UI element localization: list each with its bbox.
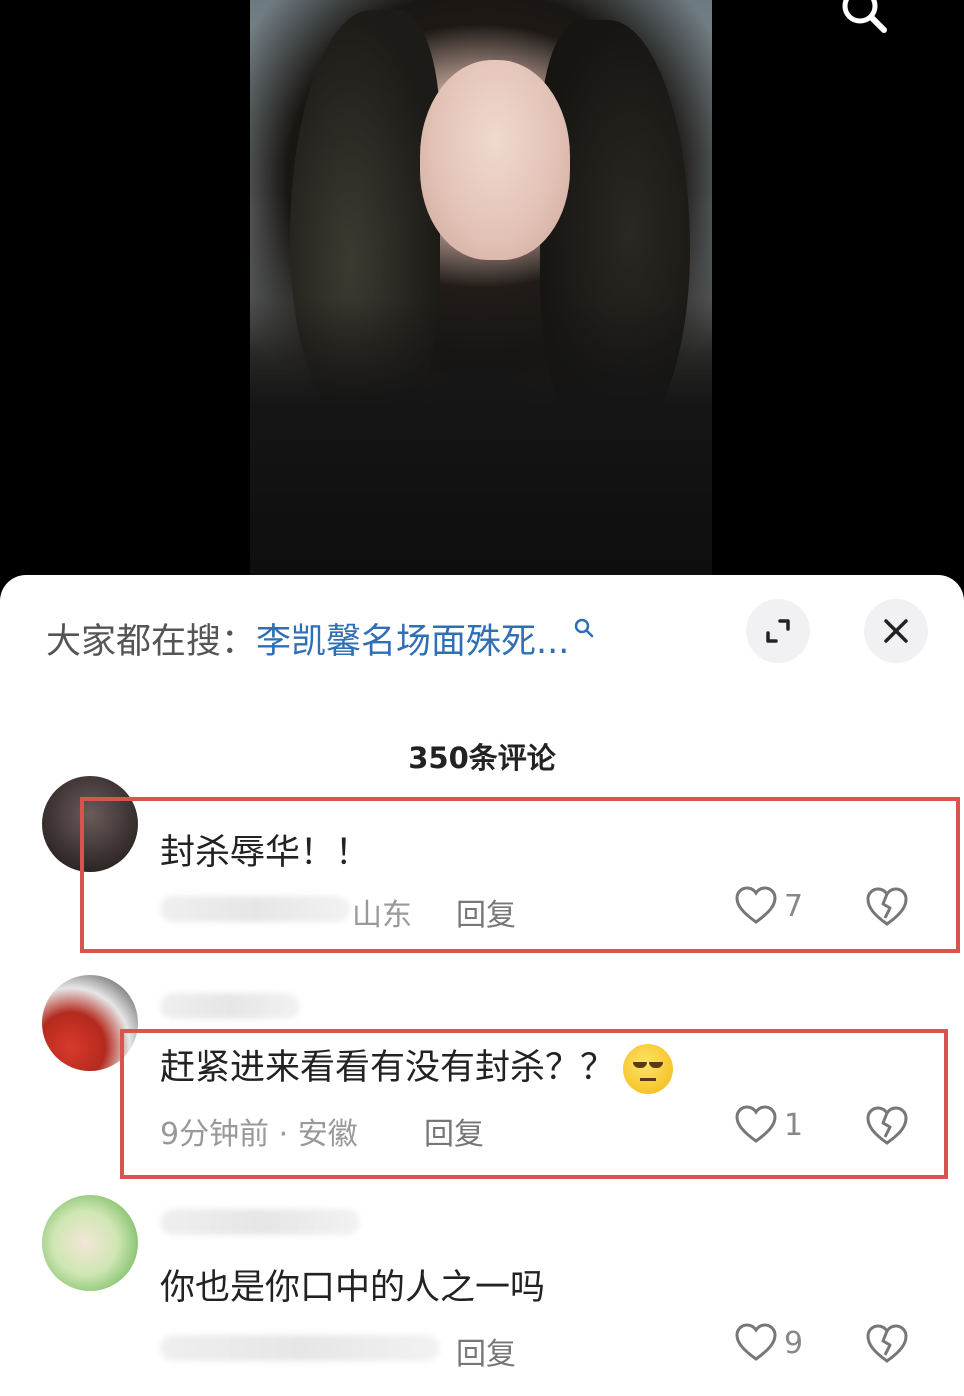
hot-search-bar[interactable]: 大家都在搜： 李凯馨名场面殊死... <box>46 613 595 664</box>
close-button[interactable] <box>864 599 928 663</box>
comment-sheet: 大家都在搜： 李凯馨名场面殊死... 350条评论 封杀辱华！！ 山东 回复 7 <box>0 575 964 1396</box>
close-icon <box>884 619 908 643</box>
heart-icon <box>735 1323 777 1361</box>
blurred-meta <box>160 1335 440 1361</box>
reply-button[interactable]: 回复 <box>456 1329 516 1373</box>
highlight-box <box>120 1029 948 1179</box>
like-button[interactable]: 9 <box>734 1323 803 1363</box>
blurred-username <box>160 1209 360 1235</box>
hot-search-link[interactable]: 李凯馨名场面殊死... <box>256 613 569 664</box>
comment-item: 你也是你口中的人之一吗 回复 9 <box>0 1195 964 1395</box>
search-icon[interactable] <box>836 0 892 38</box>
highlight-box <box>80 797 960 953</box>
search-small-icon <box>575 618 594 637</box>
hot-search-prefix: 大家都在搜： <box>46 622 257 662</box>
comment-text: 你也是你口中的人之一吗 <box>160 1268 546 1308</box>
avatar[interactable] <box>42 1195 138 1291</box>
video-frame <box>250 0 712 600</box>
comment-count: 350条评论 <box>408 741 556 775</box>
like-count: 9 <box>784 1325 804 1361</box>
expand-icon <box>766 619 790 643</box>
video-area[interactable] <box>0 0 964 600</box>
broken-heart-icon[interactable] <box>864 1323 910 1365</box>
blurred-username <box>160 993 300 1019</box>
expand-button[interactable] <box>746 599 810 663</box>
